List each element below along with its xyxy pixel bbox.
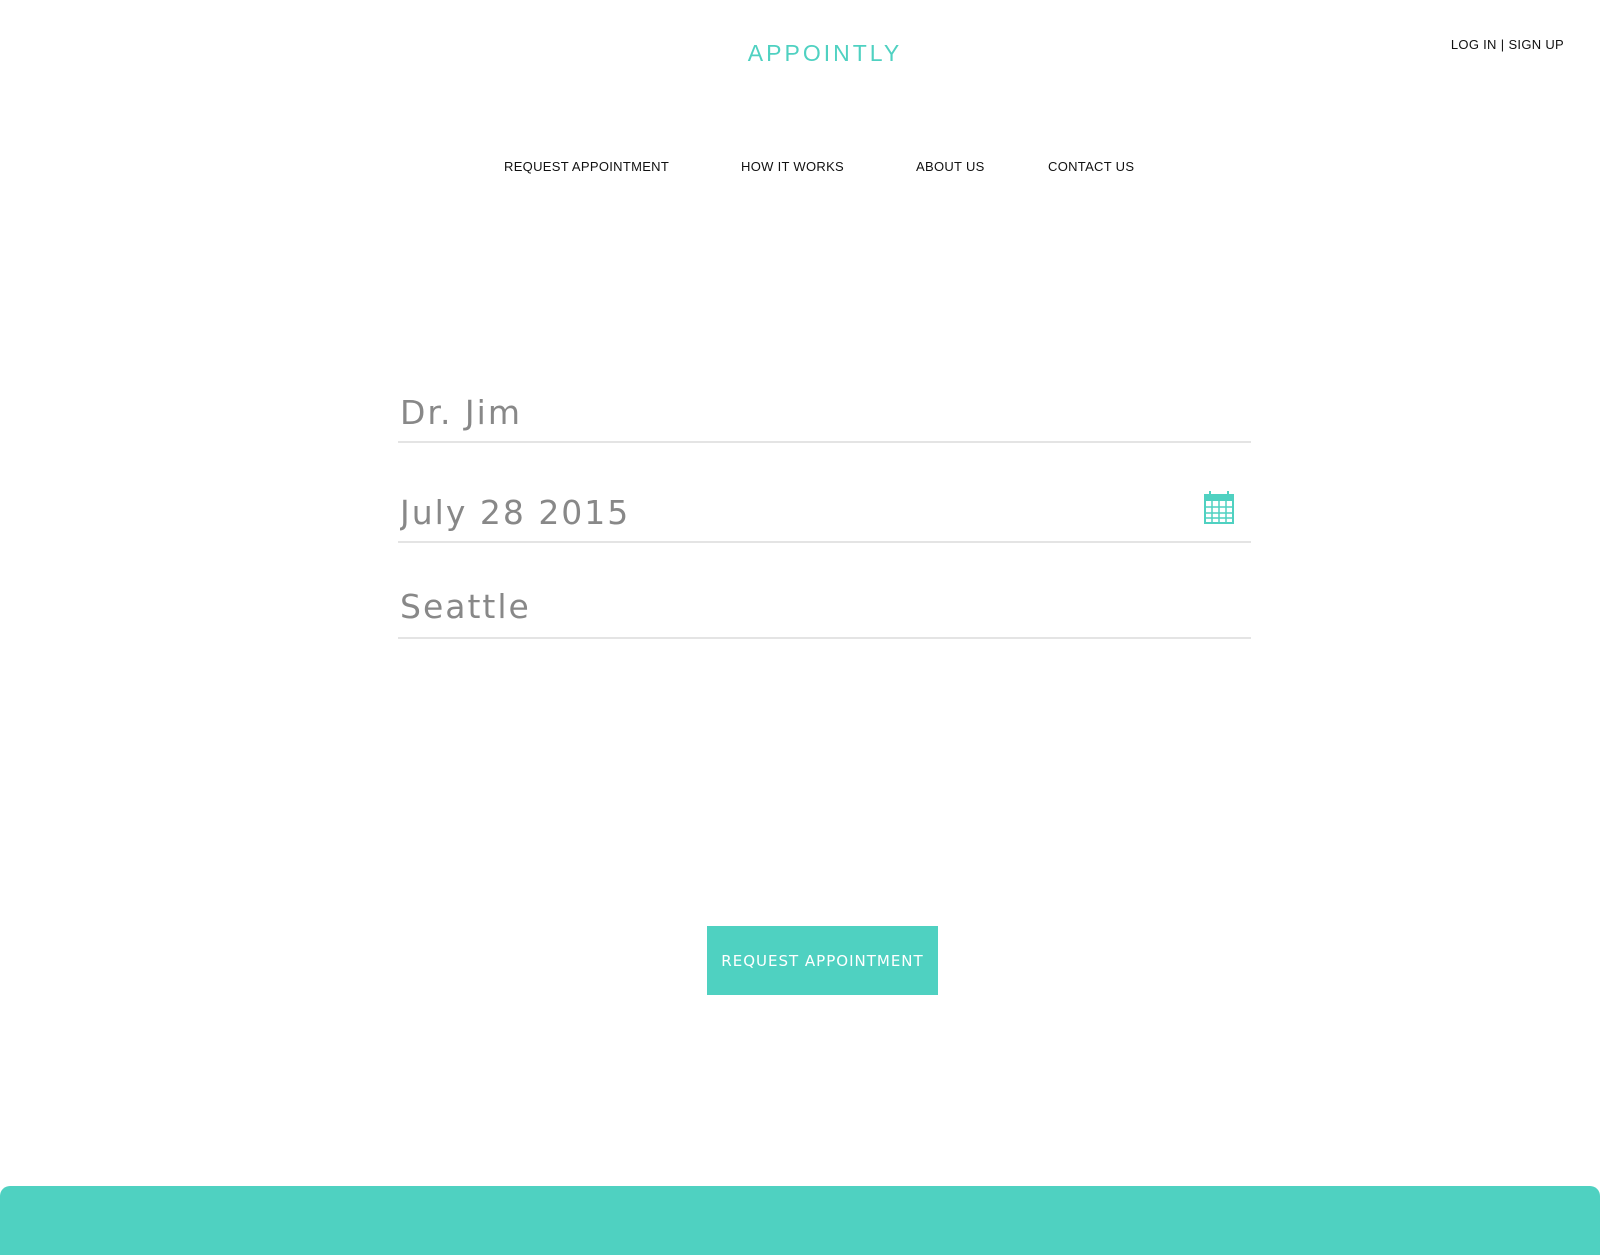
date-field — [398, 488, 1251, 543]
location-input[interactable] — [398, 582, 1251, 630]
calendar-icon[interactable] — [1204, 490, 1234, 524]
nav-about-us[interactable]: ABOUT US — [916, 159, 985, 174]
footer-bar — [0, 1186, 1600, 1255]
nav-how-it-works[interactable]: HOW IT WORKS — [741, 159, 844, 174]
nav-contact-us[interactable]: CONTACT US — [1048, 159, 1134, 174]
request-appointment-button[interactable]: REQUEST APPOINTMENT — [707, 926, 938, 995]
doctor-input[interactable] — [398, 388, 1251, 436]
nav-request-appointment[interactable]: REQUEST APPOINTMENT — [504, 159, 669, 174]
brand-name[interactable]: APPOINTLY — [748, 40, 902, 67]
auth-links: LOG IN | SIGN UP — [1451, 37, 1564, 52]
brand-logo[interactable]: APPOINTLY — [0, 40, 1600, 67]
main-nav: REQUEST APPOINTMENT HOW IT WORKS ABOUT U… — [0, 159, 1600, 179]
auth-separator: | — [1500, 37, 1505, 52]
date-input[interactable] — [398, 488, 1251, 536]
signup-link[interactable]: SIGN UP — [1508, 37, 1564, 52]
location-field — [398, 582, 1251, 639]
login-link[interactable]: LOG IN — [1451, 37, 1497, 52]
doctor-field — [398, 388, 1251, 443]
page: APPOINTLY LOG IN | SIGN UP REQUEST APPOINT… — [0, 0, 1600, 1255]
